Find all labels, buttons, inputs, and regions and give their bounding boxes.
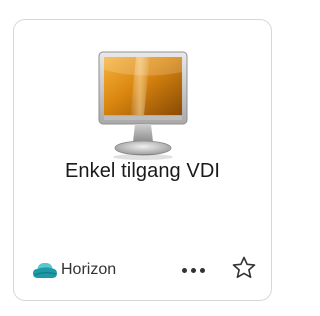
card-footer: Horizon: [14, 254, 271, 286]
more-options-button[interactable]: [175, 258, 211, 282]
star-outline-icon: [231, 255, 257, 286]
horizon-cloud-icon: [32, 260, 58, 280]
app-card[interactable]: Enkel tilgang VDI Horizon: [13, 19, 272, 301]
provider-badge: Horizon: [32, 258, 116, 282]
app-title[interactable]: Enkel tilgang VDI: [14, 160, 271, 183]
desktop-monitor-icon[interactable]: [98, 50, 188, 162]
more-options-icon: [181, 267, 187, 273]
provider-label: Horizon: [61, 261, 117, 278]
favorite-button[interactable]: [229, 256, 259, 284]
